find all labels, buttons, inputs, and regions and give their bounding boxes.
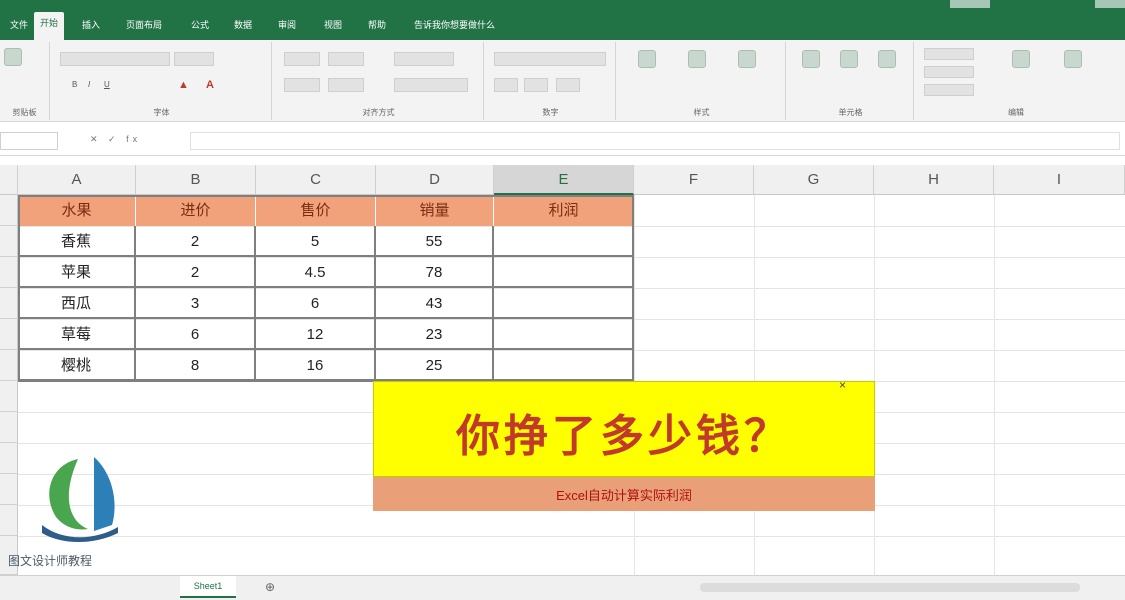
table-border [18,195,634,382]
logo-sail-icon [94,457,115,531]
tab-page-layout[interactable]: 页面布局 [120,14,168,40]
subtitle-bar: Excel自动计算实际利润 [373,477,875,511]
gridline [18,536,1125,537]
row-header[interactable] [0,505,18,536]
group-clipboard: 剪贴板 [0,42,50,120]
group-label-editing: 编辑 [1008,108,1024,117]
column-header-a[interactable]: A [18,165,136,195]
autosum-button[interactable] [924,48,974,60]
fill-color-icon[interactable]: ▲ [178,79,189,91]
row-header[interactable] [0,288,18,319]
title-banner: 你挣了多少钱？ × [373,378,875,477]
align-left-icon[interactable] [284,78,320,92]
format-cells-icon[interactable] [878,50,896,68]
orientation-icon[interactable] [328,52,364,66]
paste-icon[interactable] [4,48,22,66]
currency-icon[interactable] [494,78,518,92]
gridline [994,195,995,575]
row-header[interactable] [0,381,18,412]
group-label-alignment: 对齐方式 [362,108,395,117]
sort-filter-icon[interactable] [1012,50,1030,68]
column-header-e[interactable]: E [494,165,634,195]
add-sheet-icon[interactable]: ⊕ [265,580,275,594]
group-label-clipboard: 剪贴板 [12,108,37,117]
logo-caption: 图文设计师教程 [8,554,93,568]
align-top-icon[interactable] [284,52,320,66]
group-editing: 编辑 [916,42,1116,120]
sheet-tab[interactable]: Sheet1 [180,576,236,598]
tab-insert[interactable]: 插入 [76,14,106,40]
merge-center-button[interactable] [394,78,468,92]
font-name-select[interactable] [60,52,170,66]
tab-review[interactable]: 审阅 [272,14,302,40]
formula-buttons[interactable]: ✕ ✓ fx [90,134,141,145]
worksheet-grid[interactable]: A B C D E F G H I 水果 进价 售价 销量 利润 香蕉 2 5 … [0,165,1125,575]
row-header[interactable] [0,257,18,288]
group-styles: 样式 [618,42,786,120]
font-color-icon[interactable]: A [206,79,214,91]
row-header[interactable] [0,412,18,443]
group-label-font: 字体 [153,108,170,117]
select-all-corner[interactable] [0,165,18,195]
underline-icon[interactable]: U [104,80,110,89]
sheet-tab-bar: Sheet1 ⊕ [0,575,1125,600]
brand-logo [42,457,118,542]
row-header[interactable] [0,350,18,381]
tab-file[interactable]: 文件 [4,14,34,40]
delete-cells-icon[interactable] [840,50,858,68]
percent-icon[interactable] [524,78,548,92]
tab-data[interactable]: 数据 [228,14,258,40]
logo-leaf-icon [49,459,88,530]
format-as-table-icon[interactable] [688,50,706,68]
group-font: B I U ▲ A 字体 [52,42,272,120]
wrap-text-button[interactable] [394,52,454,66]
column-header-d[interactable]: D [376,165,494,195]
banner-title: 你挣了多少钱？ [456,412,792,461]
title-bar: 文件 开始 插入 页面布局 公式 数据 审阅 视图 帮助 告诉我你想要做什么 [0,0,1125,40]
tab-formulas[interactable]: 公式 [185,14,215,40]
group-cells: 单元格 [788,42,914,120]
tab-view[interactable]: 视图 [318,14,348,40]
tell-me-search[interactable]: 告诉我你想要做什么 [408,14,501,40]
group-alignment: 对齐方式 [274,42,484,120]
bold-icon[interactable]: B [72,80,77,89]
ribbon: 剪贴板 B I U ▲ A 字体 对齐方式 数字 样式 单元格 编辑 [0,40,1125,122]
row-header[interactable] [0,195,18,226]
number-format-select[interactable] [494,52,606,66]
clear-button[interactable] [924,84,974,96]
row-header[interactable] [0,474,18,505]
group-label-number: 数字 [542,108,559,117]
decimal-increase-icon[interactable] [556,78,580,92]
row-header[interactable] [0,443,18,474]
column-header-i[interactable]: I [994,165,1125,195]
group-label-cells: 单元格 [838,108,863,117]
insert-cells-icon[interactable] [802,50,820,68]
column-header-f[interactable]: F [634,165,754,195]
window-close-control[interactable] [1095,0,1125,8]
tab-home[interactable]: 开始 [34,12,65,40]
font-size-select[interactable] [174,52,214,66]
row-header[interactable] [0,319,18,350]
row-header[interactable] [0,226,18,257]
name-box[interactable] [0,132,58,150]
group-number: 数字 [486,42,616,120]
column-header-h[interactable]: H [874,165,994,195]
tab-help[interactable]: 帮助 [362,14,392,40]
column-header-b[interactable]: B [136,165,256,195]
fill-button[interactable] [924,66,974,78]
conditional-format-icon[interactable] [638,50,656,68]
formula-bar: ✕ ✓ fx [0,126,1125,156]
cell-styles-icon[interactable] [738,50,756,68]
close-icon[interactable]: × [839,378,846,392]
window-control[interactable] [950,0,990,8]
column-header-g[interactable]: G [754,165,874,195]
find-select-icon[interactable] [1064,50,1082,68]
horizontal-scrollbar[interactable] [700,583,1080,592]
formula-input[interactable] [190,132,1120,150]
italic-icon[interactable]: I [88,80,90,89]
group-label-styles: 样式 [693,108,710,117]
banner-subtitle: Excel自动计算实际利润 [556,488,692,503]
column-header-c[interactable]: C [256,165,376,195]
indent-icon[interactable] [328,78,364,92]
